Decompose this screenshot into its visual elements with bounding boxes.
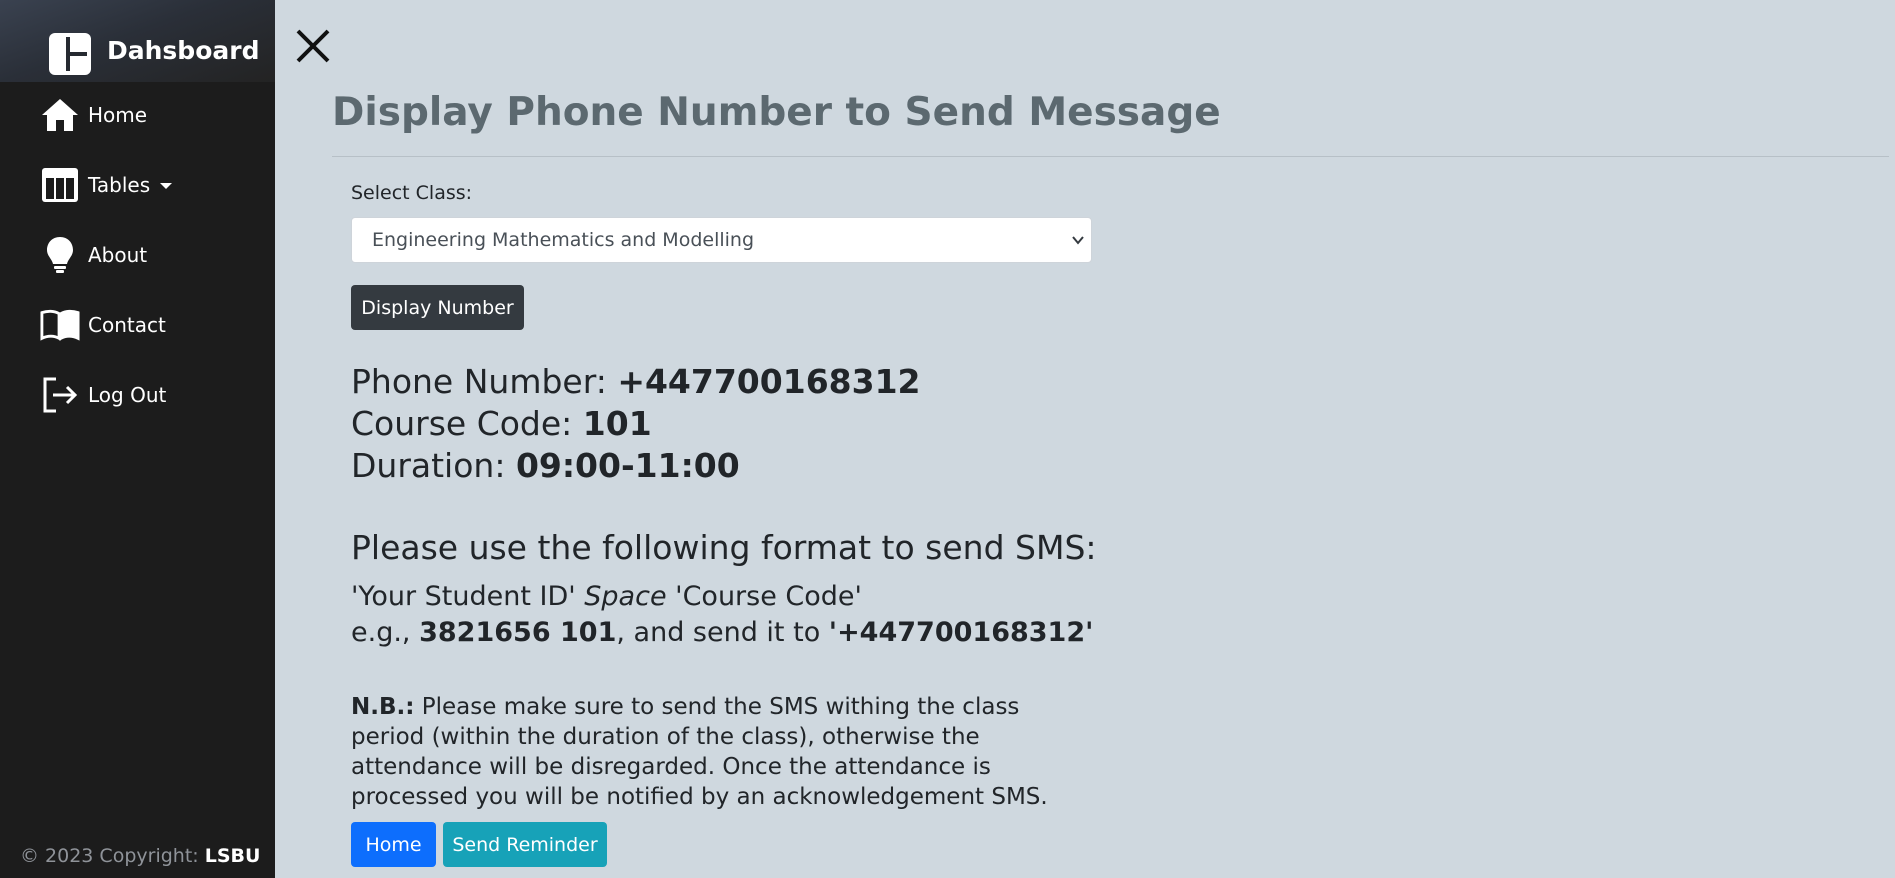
display-number-button[interactable]: Display Number: [351, 285, 524, 330]
sms-example-line: e.g., 3821656 101, and send it to '+4477…: [351, 617, 1093, 648]
sidebar-item-home[interactable]: Home: [40, 93, 260, 137]
sms-format-heading: Please use the following format to send …: [351, 528, 1097, 567]
sms-format-line: 'Your Student ID' Space 'Course Code': [351, 581, 862, 612]
copyright-brand-link[interactable]: LSBU: [205, 845, 261, 867]
send-reminder-button[interactable]: Send Reminder: [443, 822, 607, 867]
page-title: Display Phone Number to Send Message: [332, 90, 1221, 135]
sidebar-item-logout[interactable]: Log Out: [40, 373, 260, 417]
format-part1: 'Your Student ID': [351, 581, 585, 612]
selected-class-value: Engineering Mathematics and Modelling: [372, 229, 755, 251]
duration-label: Duration:: [351, 446, 516, 485]
sidebar-item-contact[interactable]: Contact: [40, 303, 260, 347]
sidebar-item-label: About: [88, 243, 148, 267]
course-value: 101: [582, 404, 652, 443]
class-select[interactable]: Engineering Mathematics and Modelling: [351, 217, 1092, 263]
home-button[interactable]: Home: [351, 822, 436, 867]
example-number: '+447700168312': [828, 617, 1094, 648]
example-value: 3821656 101: [419, 617, 617, 648]
copyright-text: © 2023 Copyright:: [20, 845, 205, 867]
course-code-line: Course Code: 101: [351, 404, 652, 443]
format-part2: 'Course Code': [666, 581, 862, 612]
dashboard-icon: [49, 33, 91, 75]
chevron-down-icon: [1072, 236, 1084, 245]
chevron-down-icon: [160, 183, 173, 189]
table-icon: [40, 165, 80, 205]
sidebar: Dahsboard Home Tables About Contact Log …: [0, 0, 275, 878]
duration-value: 09:00-11:00: [515, 446, 740, 485]
logout-icon: [40, 375, 80, 415]
copyright-footer: © 2023 Copyright: LSBU: [20, 845, 260, 867]
brand-title: Dahsboard: [107, 36, 260, 65]
select-class-label: Select Class:: [351, 182, 473, 204]
format-space: Space: [584, 581, 667, 612]
close-icon[interactable]: [293, 26, 333, 66]
course-label: Course Code:: [351, 404, 583, 443]
sidebar-item-label: Log Out: [88, 383, 167, 407]
sidebar-item-label: Tables: [88, 173, 151, 197]
duration-line: Duration: 09:00-11:00: [351, 446, 740, 485]
sidebar-item-label: Home: [88, 103, 148, 127]
phone-number-line: Phone Number: +447700168312: [351, 362, 921, 401]
sidebar-item-tables[interactable]: Tables: [40, 163, 260, 207]
lightbulb-icon: [40, 235, 80, 275]
example-middle: , and send it to: [616, 617, 829, 648]
book-icon: [40, 305, 80, 345]
phone-label: Phone Number:: [351, 362, 618, 401]
sidebar-item-label: Contact: [88, 313, 166, 337]
sidebar-item-about[interactable]: About: [40, 233, 260, 277]
phone-value: +447700168312: [617, 362, 921, 401]
attendance-note: N.B.: Please make sure to send the SMS w…: [351, 692, 1091, 812]
example-prefix: e.g.,: [351, 617, 420, 648]
home-icon: [40, 95, 80, 135]
title-divider: [332, 156, 1889, 157]
sidebar-brand[interactable]: Dahsboard: [0, 0, 275, 82]
note-label: N.B.:: [351, 694, 415, 720]
note-text: Please make sure to send the SMS withing…: [351, 694, 1048, 810]
